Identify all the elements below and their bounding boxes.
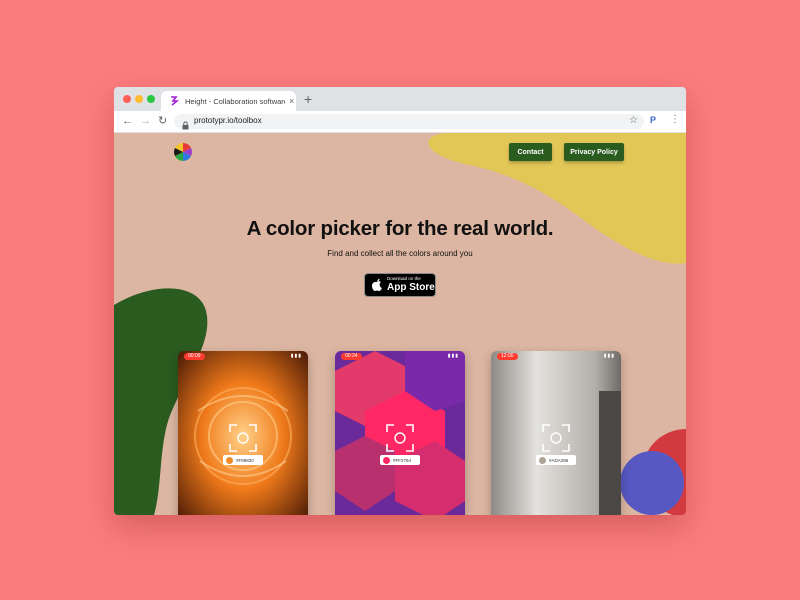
color-hex: #ADA296 <box>549 457 569 463</box>
phone-screenshot-2: 00:24 ▮▮▮ #FF2764 <box>335 351 465 515</box>
status-time: 12:00 <box>497 353 518 360</box>
extension-icon[interactable]: P <box>650 115 656 125</box>
apple-icon <box>371 278 383 292</box>
browser-tab[interactable]: Height - Collaboration software × <box>161 91 296 111</box>
app-store-big-text: App Store <box>387 281 435 293</box>
maximize-window-dot[interactable] <box>147 95 155 103</box>
color-hex: #FF2764 <box>393 457 412 463</box>
browser-window: Height - Collaboration software × + ← → … <box>114 87 686 515</box>
status-time: 00:09 <box>184 353 205 360</box>
signal-icon: ▮▮▮ <box>290 353 302 359</box>
reload-button[interactable]: ↻ <box>158 114 167 128</box>
tab-bar: Height - Collaboration software × + <box>114 87 686 111</box>
app-store-badge[interactable]: Download on the App Store <box>364 273 436 297</box>
yellow-blob <box>428 133 686 264</box>
signal-icon: ▮▮▮ <box>447 353 459 359</box>
color-swatch <box>226 456 233 464</box>
minimize-window-dot[interactable] <box>135 95 143 103</box>
url-text: prototypr.io/toolbox <box>194 116 262 125</box>
new-tab-button[interactable]: + <box>304 91 312 107</box>
back-button[interactable]: ← <box>122 114 133 128</box>
status-time: 00:24 <box>341 353 362 360</box>
address-bar[interactable]: prototypr.io/toolbox ☆ <box>174 114 644 130</box>
tab-close-icon[interactable]: × <box>289 96 294 106</box>
privacy-policy-button[interactable]: Privacy Policy <box>564 143 624 161</box>
capture-reticle-icon[interactable] <box>385 423 415 453</box>
page-subheadline: Find and collect all the colors around y… <box>327 249 473 258</box>
status-bar: 00:24 ▮▮▮ <box>335 351 465 361</box>
signal-icon: ▮▮▮ <box>603 353 615 359</box>
status-bar: 12:00 ▮▮▮ <box>491 351 621 361</box>
contact-button[interactable]: Contact <box>509 143 552 161</box>
browser-menu-icon[interactable]: ⋮ <box>670 114 680 125</box>
color-chip[interactable]: #ADA296 <box>536 455 576 465</box>
capture-reticle-icon[interactable] <box>541 423 571 453</box>
close-window-dot[interactable] <box>123 95 131 103</box>
color-swatch <box>383 456 390 464</box>
capture-reticle-icon[interactable] <box>228 423 258 453</box>
page-headline: A color picker for the real world. <box>246 217 554 240</box>
color-hex: #F89820 <box>236 457 254 463</box>
forward-button[interactable]: → <box>140 114 151 128</box>
color-swatch <box>539 456 546 464</box>
browser-toolbar: ← → ↻ prototypr.io/toolbox ☆ P ⋮ <box>114 111 686 133</box>
status-bar: 00:09 ▮▮▮ <box>178 351 308 361</box>
height-favicon-icon <box>169 96 179 106</box>
color-wheel-logo-icon[interactable] <box>172 141 194 168</box>
page-content: Contact Privacy Policy A color picker fo… <box>114 133 686 515</box>
color-chip[interactable]: #F89820 <box>223 455 263 465</box>
phone-screenshot-3: 12:00 ▮▮▮ #ADA296 <box>491 351 621 515</box>
tab-title: Height - Collaboration software <box>185 96 285 106</box>
blue-blob <box>620 451 684 515</box>
color-chip[interactable]: #FF2764 <box>380 455 420 465</box>
phone-screenshot-1: 00:09 ▮▮▮ #F89820 <box>178 351 308 515</box>
bookmark-star-icon[interactable]: ☆ <box>629 115 638 126</box>
